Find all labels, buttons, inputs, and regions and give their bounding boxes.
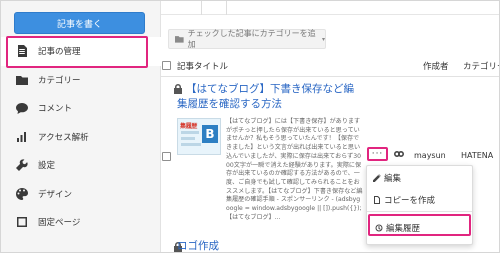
wrench-icon	[16, 159, 28, 172]
sidebar-item-label: 設定	[38, 161, 56, 172]
add-category-label: チェックした記事にカテゴリーを追加	[187, 29, 316, 49]
folder-icon	[175, 36, 184, 43]
column-header-author: 作成者	[423, 62, 449, 72]
tab-indicator[interactable]	[201, 1, 227, 15]
folder-icon	[16, 74, 28, 86]
sidebar-item-design[interactable]: デザイン	[1, 180, 161, 209]
menu-item-copy[interactable]: コピーを作成	[373, 194, 435, 206]
select-all-checkbox[interactable]	[162, 61, 171, 70]
more-icon	[16, 245, 28, 252]
sidebar-item-fixed-pages[interactable]: 固定ページ	[1, 208, 161, 237]
sidebar-item-label: コメント	[38, 104, 73, 115]
palette-icon	[16, 187, 28, 200]
sidebar-item-comments[interactable]: コメント	[1, 94, 161, 123]
sidebar-item-settings[interactable]: 設定	[1, 151, 161, 180]
sidebar-item-label: 固定ページ	[38, 218, 81, 229]
menu-item-label: コピーを作成	[384, 196, 436, 206]
chart-icon	[16, 131, 28, 143]
category-cell[interactable]: HATENA	[461, 151, 493, 160]
article-title-link[interactable]: ロゴ作成	[177, 239, 219, 252]
sidebar-item-more[interactable]	[1, 237, 161, 253]
sidebar-item-label: アクセス解析	[38, 132, 89, 143]
column-header-category: カテゴリー	[463, 62, 499, 72]
sidebar-item-label: デザイン	[38, 189, 73, 200]
sidebar-item-analytics[interactable]: アクセス解析	[1, 123, 161, 152]
table-header: 記事タイトル 作成者 カテゴリー	[161, 55, 499, 77]
author-cell: maysun	[414, 151, 446, 160]
article-excerpt: 【はてなブログ】には【下書き保存】がありますがポチっと押したら保存が出来ていると…	[226, 118, 363, 221]
menu-divider	[367, 211, 472, 212]
thumbnail-text: 集履歴	[180, 123, 198, 130]
sidebar-item-label: 記事の管理	[38, 47, 81, 58]
page-icon	[16, 216, 28, 228]
sidebar-item-label: カテゴリー	[38, 75, 81, 86]
more-actions-button[interactable]: ···	[367, 147, 388, 161]
write-article-button[interactable]: 記事を書く	[14, 12, 145, 34]
main-content: チェックした記事にカテゴリーを追加 ▾ 記事タイトル 作成者 カテゴリー 【はて…	[161, 1, 499, 252]
link-icon[interactable]	[393, 150, 405, 158]
add-category-select[interactable]: チェックした記事にカテゴリーを追加 ▾	[168, 29, 326, 49]
sidebar-item-articles[interactable]: 記事の管理	[1, 37, 161, 66]
top-tab-strip	[161, 1, 499, 15]
article-title-link[interactable]: 【はてなブログ】下書き保存など編集履歴を確認する方法	[177, 82, 355, 112]
chevron-down-icon: ▾	[321, 35, 325, 43]
sidebar-nav: 記事の管理 カテゴリー コメント アクセス解析 設定 デザイン 固定ページ	[1, 37, 161, 253]
menu-item-edit[interactable]: 編集	[373, 172, 401, 184]
highlight-box-history	[368, 214, 471, 236]
article-thumbnail: 集履歴 B	[177, 118, 221, 155]
pencil-icon	[373, 174, 381, 182]
blog-logo-icon: B	[202, 125, 218, 143]
sidebar-item-categories[interactable]: カテゴリー	[1, 66, 161, 95]
copy-icon	[374, 196, 380, 204]
row-checkbox[interactable]	[162, 152, 171, 161]
document-icon	[16, 45, 28, 58]
app-frame: 記事を書く 記事の管理 カテゴリー コメント アクセス解析 設定 デザイン 固定…	[0, 0, 500, 253]
menu-item-label: 編集	[384, 174, 402, 184]
sidebar: 記事を書く 記事の管理 カテゴリー コメント アクセス解析 設定 デザイン 固定…	[1, 1, 161, 253]
column-header-title: 記事タイトル	[177, 62, 229, 72]
comment-icon	[16, 102, 28, 115]
